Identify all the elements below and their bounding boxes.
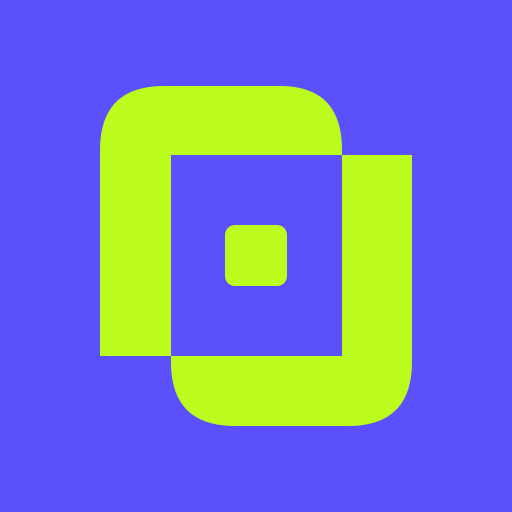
app-logo-icon [0, 0, 512, 512]
app-icon-canvas [0, 0, 512, 512]
center-square-shape [225, 225, 287, 286]
